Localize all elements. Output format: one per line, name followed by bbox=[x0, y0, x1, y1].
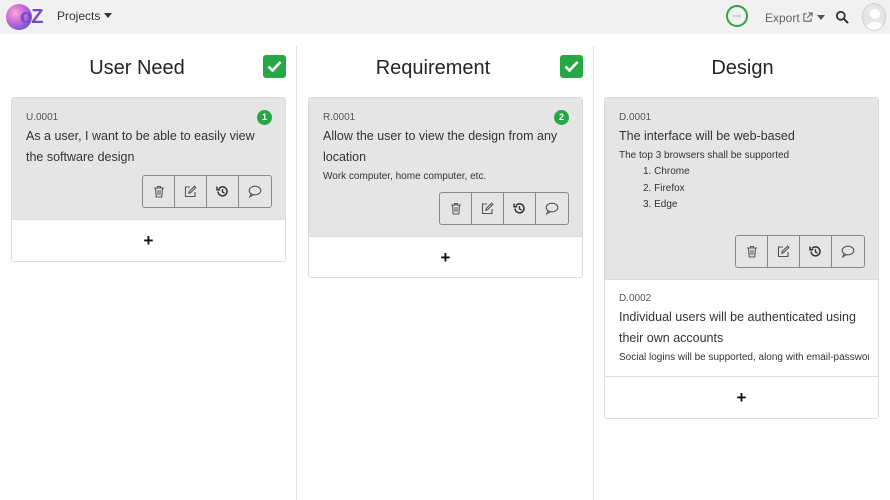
link-count-badge[interactable]: 2 bbox=[554, 110, 569, 125]
item-title: The interface will be web-based bbox=[619, 129, 795, 143]
delete-icon bbox=[153, 185, 164, 198]
item-id: R.0001 bbox=[323, 112, 356, 123]
avatar-silhouette bbox=[865, 9, 885, 30]
item-entry[interactable]: R.0001 2 Allow the user to view the desi… bbox=[309, 98, 582, 236]
item-description: Work computer, home computer, etc. bbox=[323, 171, 487, 182]
edit-button[interactable] bbox=[472, 193, 504, 224]
column-divider bbox=[593, 46, 594, 500]
search-icon[interactable] bbox=[835, 10, 849, 24]
item-description: Social logins will be supported, along w… bbox=[619, 352, 869, 363]
status-indicator-inner bbox=[733, 15, 741, 17]
item-entry[interactable]: D.0001 The interface will be web-based T… bbox=[605, 98, 878, 279]
comment-icon bbox=[545, 202, 559, 215]
delete-button[interactable] bbox=[143, 176, 175, 207]
edit-button[interactable] bbox=[175, 176, 207, 207]
item-action-group bbox=[439, 192, 569, 225]
check-button-requirement[interactable] bbox=[560, 55, 583, 78]
item-entry[interactable]: D.0002 Individual users will be authenti… bbox=[605, 280, 878, 376]
comment-icon bbox=[841, 245, 855, 258]
caret-down-icon bbox=[816, 15, 825, 20]
item-action-group bbox=[142, 175, 272, 208]
item-id: U.0001 bbox=[26, 112, 59, 123]
add-item-button[interactable]: + bbox=[309, 237, 582, 277]
item-action-group bbox=[735, 235, 865, 268]
column-title-requirement: Requirement bbox=[375, 57, 491, 79]
check-button-user-need[interactable] bbox=[263, 55, 286, 78]
delete-button[interactable] bbox=[736, 236, 768, 267]
item-id: D.0002 bbox=[619, 293, 652, 304]
list-item: 2. Firefox bbox=[643, 182, 685, 194]
edit-button[interactable] bbox=[768, 236, 800, 267]
delete-icon bbox=[746, 245, 757, 258]
check-icon bbox=[267, 61, 282, 73]
item-id: D.0001 bbox=[619, 112, 652, 123]
item-card: R.0001 2 Allow the user to view the desi… bbox=[308, 97, 583, 278]
edit-icon bbox=[777, 245, 790, 258]
link-count-badge[interactable]: 1 bbox=[257, 110, 272, 125]
item-description: The top 3 browsers shall be supported bbox=[619, 150, 790, 161]
item-title: Individual users will be authenticated u… bbox=[619, 310, 856, 345]
list-item: 3. Edge bbox=[643, 199, 678, 210]
history-icon bbox=[216, 186, 228, 197]
add-item-button[interactable]: + bbox=[605, 377, 878, 418]
item-card: D.0001 The interface will be web-based T… bbox=[604, 97, 879, 419]
delete-button[interactable] bbox=[440, 193, 472, 224]
item-title: As a user, I want to be able to easily v… bbox=[26, 129, 255, 164]
projects-dropdown[interactable]: Projects bbox=[57, 9, 113, 23]
top-navbar: oZ Projects Export bbox=[0, 0, 890, 34]
column-divider bbox=[296, 46, 297, 500]
history-button[interactable] bbox=[504, 193, 536, 224]
delete-icon bbox=[450, 202, 461, 215]
projects-label: Projects bbox=[57, 9, 101, 23]
comment-button[interactable] bbox=[536, 193, 568, 224]
item-entry[interactable]: U.0001 1 As a user, I want to be able to… bbox=[12, 98, 285, 219]
add-item-button[interactable]: + bbox=[12, 220, 285, 261]
user-avatar-icon[interactable] bbox=[862, 3, 886, 31]
item-card: U.0001 1 As a user, I want to be able to… bbox=[11, 97, 286, 262]
check-icon bbox=[564, 61, 579, 73]
comment-button[interactable] bbox=[832, 236, 864, 267]
history-button[interactable] bbox=[207, 176, 239, 207]
app-logo[interactable]: oZ bbox=[6, 2, 46, 32]
list-item: 1. Chrome bbox=[643, 166, 690, 177]
export-label: Export bbox=[765, 11, 800, 25]
caret-down-icon bbox=[104, 13, 113, 18]
external-link-icon bbox=[802, 12, 813, 22]
column-title-design: Design bbox=[711, 57, 774, 79]
edit-icon bbox=[184, 185, 197, 198]
comment-icon bbox=[248, 185, 262, 198]
browser-list: 1. Chrome 2. Firefox 3. Edge bbox=[643, 166, 690, 216]
history-button[interactable] bbox=[800, 236, 832, 267]
export-dropdown[interactable]: Export bbox=[765, 11, 825, 25]
column-title-user-need: User Need bbox=[89, 57, 185, 79]
edit-icon bbox=[481, 202, 494, 215]
comment-button[interactable] bbox=[239, 176, 271, 207]
logo-text: oZ bbox=[20, 6, 43, 28]
history-icon bbox=[513, 203, 525, 214]
item-title: Allow the user to view the design from a… bbox=[323, 129, 558, 164]
status-indicator[interactable] bbox=[726, 5, 748, 27]
history-icon bbox=[809, 246, 821, 257]
